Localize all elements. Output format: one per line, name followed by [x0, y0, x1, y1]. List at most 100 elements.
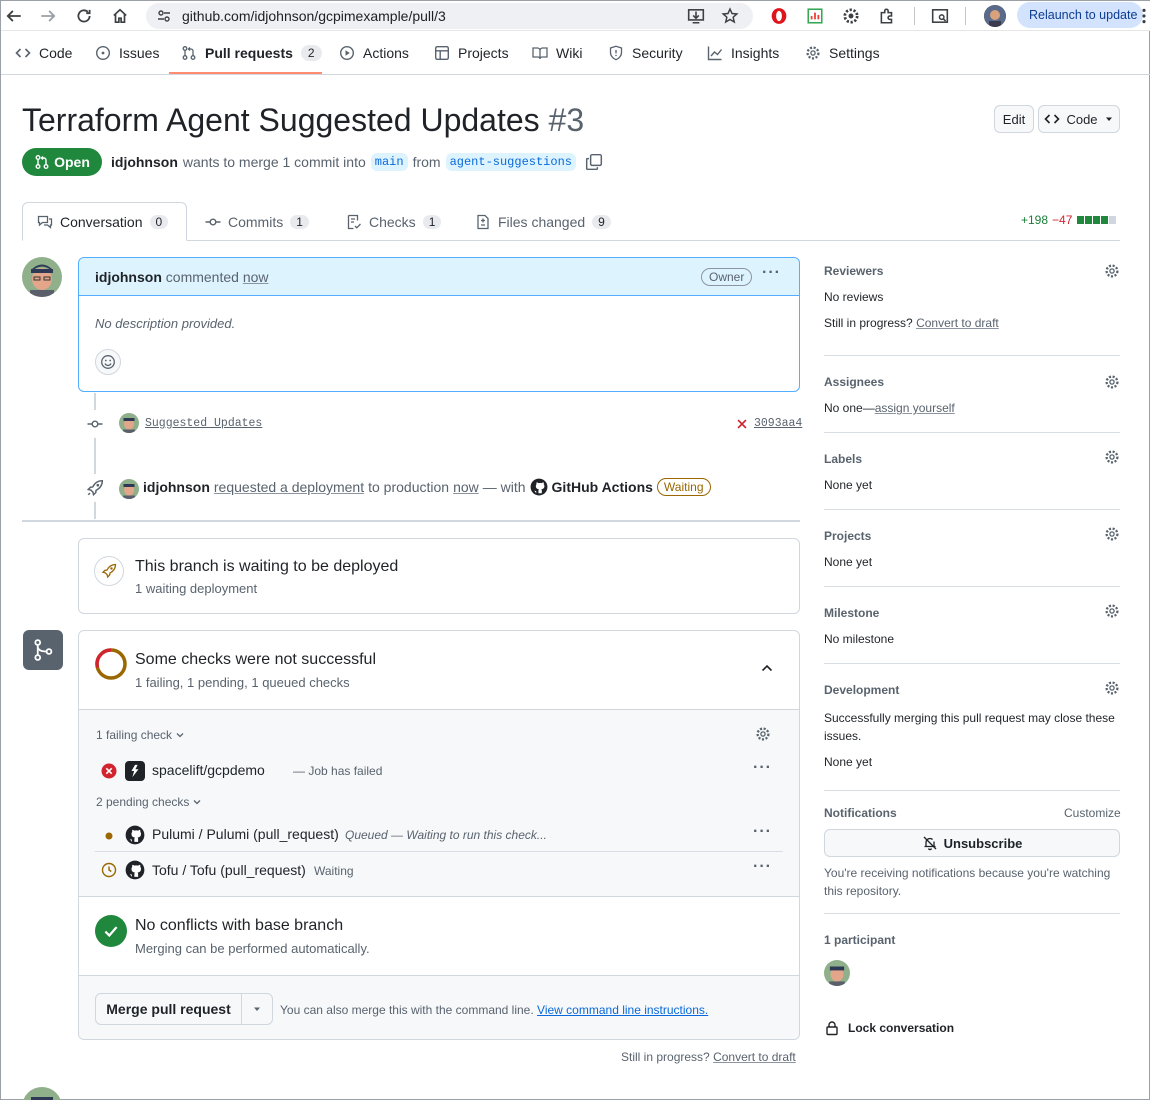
current-user-avatar[interactable] — [22, 1087, 62, 1100]
command-line-instructions-link[interactable]: View command line instructions. — [537, 1003, 708, 1017]
commit-author-avatar[interactable] — [119, 413, 139, 433]
nav-security[interactable]: Security — [608, 31, 683, 75]
assignees-heading[interactable]: Assignees — [824, 375, 884, 389]
deploy-actor-avatar[interactable] — [119, 479, 139, 499]
labels-heading[interactable]: Labels — [824, 452, 862, 466]
commit-message-link[interactable]: Suggested Updates — [145, 417, 262, 430]
deploy-time-link[interactable]: now — [453, 479, 479, 495]
nav-code[interactable]: Code — [15, 31, 72, 75]
tab-commits[interactable]: Commits 1 — [191, 202, 323, 241]
unsubscribe-button[interactable]: Unsubscribe — [824, 829, 1120, 857]
home-icon[interactable] — [111, 7, 129, 25]
timeline-commit-badge — [81, 410, 109, 438]
merge-button-group: Merge pull request — [95, 993, 273, 1025]
gear-icon — [806, 46, 820, 60]
nav-projects[interactable]: Projects — [434, 31, 509, 75]
assign-yourself-link[interactable]: assign yourself — [875, 401, 955, 415]
merge-pull-request-button[interactable]: Merge pull request — [96, 994, 242, 1024]
tab-search-icon[interactable] — [931, 7, 949, 25]
lock-conversation-button[interactable]: Lock conversation — [824, 1020, 954, 1036]
nav-projects-label: Projects — [458, 45, 509, 61]
commit-sha-link[interactable]: 3093aa4 — [754, 417, 802, 430]
comment-author-avatar[interactable] — [22, 257, 62, 297]
deploy-app-name[interactable]: GitHub Actions — [552, 479, 653, 495]
convert-to-draft-link[interactable]: Convert to draft — [713, 1050, 796, 1064]
relaunch-button[interactable]: Relaunch to update — [1017, 2, 1143, 28]
forward-arrow-icon[interactable] — [39, 7, 57, 25]
page-title: Terraform Agent Suggested Updates #3 — [22, 102, 584, 139]
comment-time-link[interactable]: now — [243, 269, 269, 285]
x-fail-icon[interactable] — [735, 417, 749, 431]
deploy-actor-link[interactable]: idjohnson — [143, 479, 210, 495]
edit-title-button[interactable]: Edit — [994, 105, 1034, 133]
edit-button-label: Edit — [1002, 111, 1026, 127]
reload-icon[interactable] — [75, 7, 93, 25]
deploy-event: idjohnson requested a deployment to prod… — [143, 478, 711, 496]
milestone-heading[interactable]: Milestone — [824, 606, 879, 620]
nav-wiki[interactable]: Wiki — [532, 31, 582, 75]
merge-method-dropdown[interactable] — [242, 994, 272, 1024]
extensions-puzzle-icon[interactable] — [878, 7, 896, 25]
spacelift-app-icon — [125, 761, 145, 781]
customize-link[interactable]: Customize — [1064, 806, 1121, 820]
milestone-gear-icon[interactable] — [1104, 603, 1120, 619]
check-options-icon[interactable]: ··· — [753, 823, 772, 841]
toolbar-divider — [965, 7, 966, 25]
nav-settings[interactable]: Settings — [805, 31, 880, 75]
nav-insights[interactable]: Insights — [707, 31, 779, 75]
install-app-icon[interactable] — [687, 7, 705, 25]
nav-issues[interactable]: Issues — [95, 31, 159, 75]
head-branch-label[interactable]: agent-suggestions — [445, 153, 576, 171]
copy-icon[interactable] — [585, 153, 603, 171]
assignees-gear-icon[interactable] — [1104, 374, 1120, 390]
development-gear-icon[interactable] — [1104, 680, 1120, 696]
base-branch-label[interactable]: main — [370, 153, 408, 171]
comment-author-link[interactable]: idjohnson — [95, 269, 162, 285]
no-conflicts-title: No conflicts with base branch — [135, 917, 344, 934]
address-bar[interactable]: github.com/idjohnson/gcpimexample/pull/3 — [146, 3, 753, 29]
reviewers-convert-draft-link[interactable]: Convert to draft — [916, 316, 999, 330]
labels-gear-icon[interactable] — [1104, 449, 1120, 465]
deploy-status-badge: Waiting — [656, 478, 711, 496]
pr-author-link[interactable]: idjohnson — [111, 154, 178, 170]
chart-extension-icon[interactable] — [806, 7, 824, 25]
tab-checks[interactable]: Checks 1 — [332, 202, 455, 241]
comment-options-icon[interactable]: ··· — [762, 264, 781, 282]
browser-menu-icon[interactable] — [1139, 7, 1149, 25]
participant-avatar[interactable] — [824, 960, 850, 986]
assignees-none-text: No one— — [824, 401, 875, 415]
projects-heading[interactable]: Projects — [824, 529, 871, 543]
reviewers-gear-icon[interactable] — [1104, 263, 1120, 279]
check-name[interactable]: Tofu / Tofu (pull_request) — [152, 862, 306, 878]
gear-extension-icon[interactable] — [842, 7, 860, 25]
chevron-up-icon[interactable] — [759, 660, 775, 676]
projects-gear-icon[interactable] — [1104, 526, 1120, 542]
browser-profile-avatar[interactable] — [984, 5, 1006, 27]
clock-icon — [101, 862, 117, 878]
tab-conversation[interactable]: Conversation 0 — [22, 202, 187, 241]
reviewers-heading[interactable]: Reviewers — [824, 264, 883, 278]
check-name[interactable]: Pulumi / Pulumi (pull_request) — [152, 826, 339, 842]
pending-checks-toggle[interactable]: 2 pending checks — [96, 795, 202, 809]
back-arrow-icon[interactable] — [5, 7, 23, 25]
deploy-with-text: — with — [482, 479, 526, 495]
gear-icon[interactable] — [755, 726, 771, 742]
nav-actions[interactable]: Actions — [339, 31, 409, 75]
check-name[interactable]: spacelift/gcpdemo — [152, 762, 265, 778]
nav-pull-requests[interactable]: Pull requests 2 — [181, 31, 322, 75]
code-dropdown-button[interactable]: Code — [1038, 105, 1120, 133]
deploy-request-link[interactable]: requested a deployment — [214, 479, 364, 495]
bookmark-star-icon[interactable] — [721, 7, 739, 25]
development-heading[interactable]: Development — [824, 683, 899, 697]
check-options-icon[interactable]: ··· — [753, 858, 772, 876]
tab-files-changed[interactable]: Files changed 9 — [461, 202, 625, 241]
opera-extension-icon[interactable] — [770, 7, 788, 25]
github-logo-icon — [530, 478, 547, 496]
check-options-icon[interactable]: ··· — [753, 759, 772, 777]
site-settings-icon[interactable] — [156, 8, 172, 24]
code-icon — [1044, 114, 1061, 124]
add-reaction-button[interactable] — [95, 349, 121, 375]
failing-checks-toggle[interactable]: 1 failing check — [96, 728, 185, 742]
merge-hint: You can also merge this with the command… — [280, 1003, 708, 1017]
reviewers-still-text: Still in progress? — [824, 316, 913, 330]
